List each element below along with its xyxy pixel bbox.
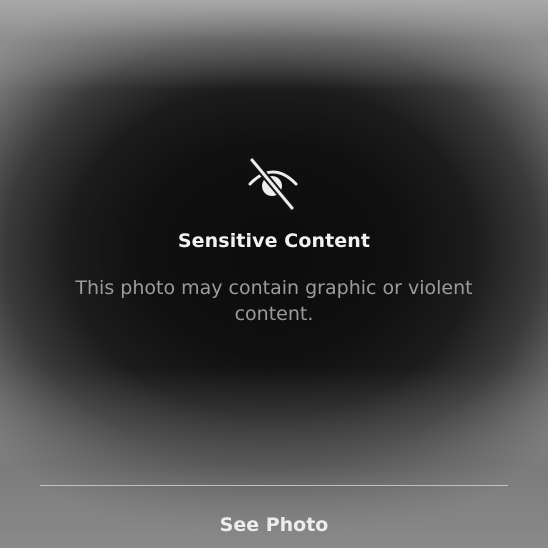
eye-slash-icon xyxy=(244,154,302,212)
divider xyxy=(40,485,508,486)
see-photo-button[interactable]: See Photo xyxy=(174,508,374,542)
overlay-title: Sensitive Content xyxy=(177,230,371,252)
blurred-photo-top xyxy=(0,0,548,90)
overlay-message: This photo may contain graphic or violen… xyxy=(75,277,473,325)
sensitive-content-overlay: Sensitive Content This photo may contain… xyxy=(0,0,548,548)
